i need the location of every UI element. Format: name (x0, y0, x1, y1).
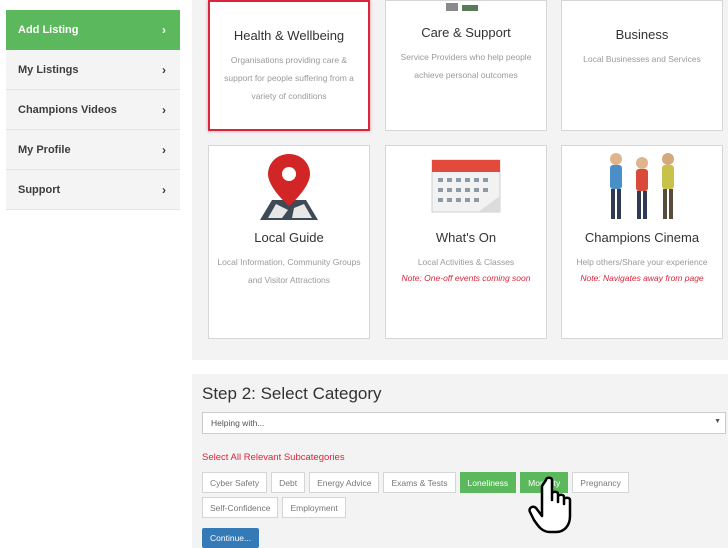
card-local-guide[interactable]: Local Guide Local Information, Community… (208, 145, 370, 339)
calendar-icon (386, 146, 546, 226)
chip-self-confidence[interactable]: Self-Confidence (202, 497, 279, 518)
sidebar-item-label: My Listings (18, 63, 79, 76)
sidebar-item-label: Support (18, 183, 61, 196)
chevron-right-icon: › (162, 22, 166, 37)
card-health-wellbeing[interactable]: Health & Wellbeing Organisations providi… (208, 0, 370, 131)
card-description: Local Information, Community Groups and … (217, 257, 361, 285)
card-note: Note: Navigates away from page (580, 273, 704, 283)
chip-cyber-safety[interactable]: Cyber Safety (202, 472, 268, 493)
subcategories-label: Select All Relevant Subcategories (202, 452, 345, 463)
step2-panel: Step 2: Select Category Helping with... … (192, 374, 728, 548)
card-title: Care & Support (421, 25, 511, 40)
card-whats-on[interactable]: What's On Local Activities & Classes Not… (385, 145, 547, 339)
card-description: Local Activities & Classes (417, 257, 515, 267)
card-title: Champions Cinema (584, 230, 700, 245)
card-business[interactable]: Business Local Businesses and Services (561, 0, 723, 131)
card-title: What's On (435, 230, 497, 245)
people-icon (562, 146, 722, 226)
card-description: Service Providers who help people achiev… (400, 52, 532, 80)
card-note: Note: One-off events coming soon (401, 273, 531, 283)
category-panel: Health & Wellbeing Organisations providi… (192, 0, 728, 360)
sidebar-item-label: Champions Videos (18, 103, 117, 116)
card-description: Help others/Share your experience (576, 257, 708, 267)
card-title: Business (615, 27, 669, 42)
hand-cursor-icon (528, 476, 572, 534)
sidebar-item-my-listings[interactable]: My Listings › (6, 50, 180, 90)
sidebar-item-champions-videos[interactable]: Champions Videos › (6, 90, 180, 130)
sidebar-item-label: Add Listing (18, 23, 79, 36)
card-description: Local Businesses and Services (583, 54, 701, 64)
card-title: Local Guide (254, 230, 324, 245)
chip-loneliness[interactable]: Loneliness (459, 472, 517, 493)
step-title: Step 2: Select Category (202, 384, 382, 403)
chip-energy-advice[interactable]: Energy Advice (309, 472, 380, 493)
sidebar-item-add-listing[interactable]: Add Listing › (6, 10, 180, 50)
card-care-support[interactable]: Care & Support Service Providers who hel… (385, 0, 547, 131)
card-champions-cinema[interactable]: Champions Cinema Help others/Share your … (561, 145, 723, 339)
sidebar: Add Listing › My Listings › Champions Vi… (6, 10, 180, 210)
card-description: Organisations providing care & support f… (224, 55, 354, 101)
dropdown-arrow-icon: ▼ (714, 418, 721, 425)
sidebar-item-my-profile[interactable]: My Profile › (6, 130, 180, 170)
sidebar-item-support[interactable]: Support › (6, 170, 180, 210)
chip-debt[interactable]: Debt (271, 472, 306, 493)
chip-employment[interactable]: Employment (282, 497, 346, 518)
chevron-right-icon: › (162, 142, 166, 157)
select-value: Helping with... (211, 418, 265, 428)
category-select[interactable]: Helping with... ▼ (202, 412, 726, 434)
chip-exams-tests[interactable]: Exams & Tests (383, 472, 456, 493)
sidebar-item-label: My Profile (18, 143, 71, 156)
continue-button[interactable]: Continue... (202, 528, 260, 548)
chevron-right-icon: › (162, 62, 166, 77)
chevron-right-icon: › (162, 182, 166, 197)
chip-pregnancy[interactable]: Pregnancy (572, 472, 629, 493)
chevron-right-icon: › (162, 102, 166, 117)
map-pin-icon (209, 146, 369, 226)
card-title: Health & Wellbeing (233, 28, 345, 43)
care-support-icon (446, 3, 478, 11)
subcategory-row: Self-Confidence Employment (202, 497, 346, 518)
